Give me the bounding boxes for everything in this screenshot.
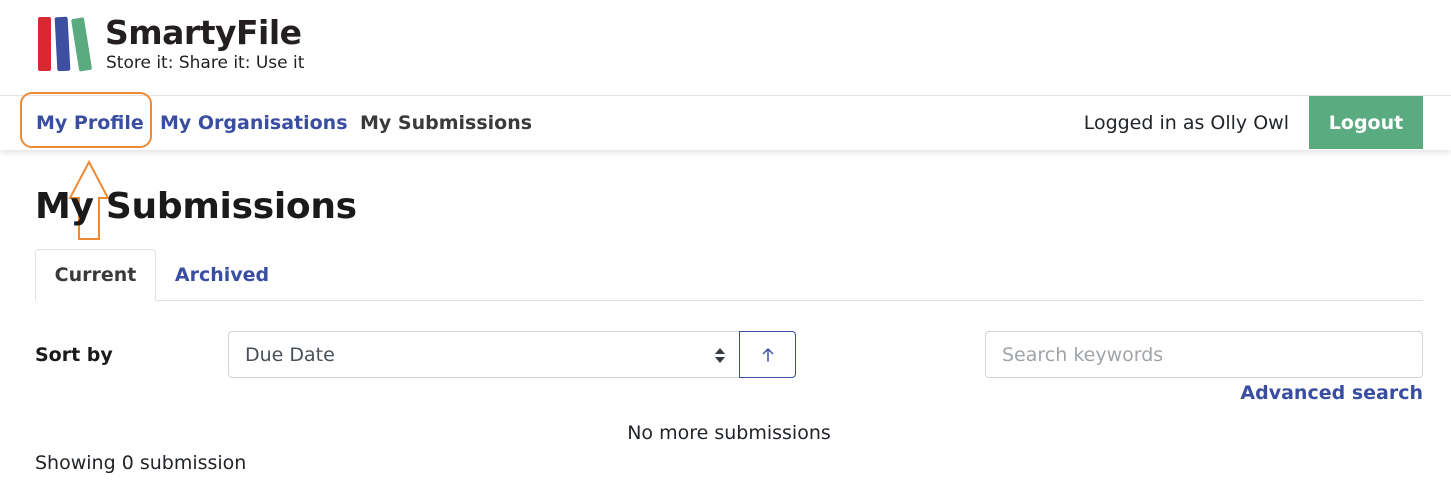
nav-my-submissions[interactable]: My Submissions	[360, 111, 532, 135]
brand-name: SmartyFile	[105, 13, 302, 52]
sort-label: Sort by	[35, 344, 113, 366]
select-caret-icon	[715, 348, 725, 363]
logged-in-status: Logged in as Olly Owl	[1083, 112, 1289, 134]
submission-count-text: Showing 0 submission	[35, 452, 247, 474]
tab-archived[interactable]: Archived	[157, 249, 287, 300]
sort-by-value: Due Date	[245, 344, 335, 366]
smartyfile-logo-icon	[38, 16, 92, 72]
tab-current[interactable]: Current	[35, 249, 156, 301]
brand-tagline: Store it: Share it: Use it	[106, 53, 305, 73]
arrow-up-icon	[762, 347, 773, 362]
sort-direction-button[interactable]	[739, 331, 796, 378]
nav-my-profile[interactable]: My Profile	[36, 111, 144, 135]
search-keywords-input[interactable]	[985, 331, 1423, 378]
no-more-submissions-text: No more submissions	[627, 422, 831, 444]
submission-tabs: Current Archived	[35, 249, 1423, 301]
page-title: My Submissions	[35, 186, 357, 227]
nav-my-organisations[interactable]: My Organisations	[160, 111, 348, 135]
logout-button[interactable]: Logout	[1309, 96, 1423, 149]
advanced-search-link[interactable]: Advanced search	[1240, 381, 1423, 405]
main-navbar: My Profile My Organisations My Submissio…	[0, 95, 1451, 150]
sort-by-select[interactable]: Due Date	[228, 331, 740, 378]
